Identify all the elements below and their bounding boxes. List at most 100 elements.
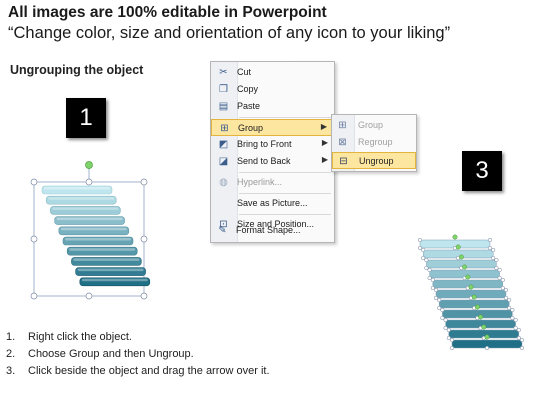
selection-handle[interactable] <box>500 285 505 291</box>
menu-item-bring-to-front[interactable]: ◩ Bring to Front ▶ <box>211 136 334 153</box>
selection-handle[interactable] <box>503 287 509 293</box>
selection-handle[interactable] <box>516 327 521 333</box>
submenu-arrow-icon: ▶ <box>321 138 328 147</box>
bring-to-front-icon: ◩ <box>218 139 229 150</box>
selection-handle[interactable] <box>500 277 505 283</box>
selection-handle[interactable] <box>424 265 429 271</box>
selection-handle[interactable] <box>430 285 435 291</box>
context-menu: ✂ Cut ❐ Copy ▤ Paste ⊞ Group ▶ ◩ Bring t… <box>210 61 335 243</box>
selection-handle[interactable] <box>433 295 439 301</box>
stair-bar-highlight <box>60 227 127 231</box>
format-shape-icon: ✎ <box>218 225 227 236</box>
menu-item-send-to-back[interactable]: ◪ Send to Back ▶ <box>211 153 334 170</box>
group-icon: ⊞ <box>220 123 229 134</box>
group-submenu: ⊞ Group ⊠ Regroup ⊟ Ungroup <box>331 114 417 172</box>
selection-handle[interactable] <box>487 245 493 251</box>
selection-handle[interactable] <box>427 267 432 273</box>
selection-handle[interactable] <box>421 247 426 253</box>
rotate-handle[interactable] <box>85 161 93 169</box>
menu-item-format-shape[interactable]: ✎ Format Shape... <box>210 222 333 239</box>
selection-handle[interactable] <box>510 307 515 313</box>
selection-handle[interactable] <box>513 317 518 323</box>
rotate-handle[interactable] <box>452 234 458 240</box>
selection-handle[interactable] <box>421 255 426 261</box>
menu-item-group[interactable]: ⊞ Group ▶ <box>211 119 334 136</box>
rotate-handle[interactable] <box>462 264 468 270</box>
menu-item-cut[interactable]: ✂ Cut <box>211 64 334 81</box>
rotate-handle[interactable] <box>468 284 474 290</box>
selection-handle[interactable] <box>440 315 445 321</box>
selection-handle[interactable] <box>430 277 435 283</box>
page-title: All images are 100% editable in Powerpoi… <box>8 4 327 21</box>
selection-handle[interactable] <box>446 335 451 341</box>
selection-handle[interactable] <box>443 325 448 331</box>
menu-item-label: Bring to Front <box>237 139 292 149</box>
selection-handle[interactable] <box>424 257 429 263</box>
scissors-icon: ✂ <box>219 67 228 78</box>
menu-item-label: Copy <box>237 84 259 94</box>
selection-handle[interactable] <box>484 345 490 351</box>
rotate-handle[interactable] <box>455 244 461 250</box>
selection-handle[interactable] <box>510 315 515 321</box>
selection-handle[interactable] <box>507 297 512 303</box>
selection-handle[interactable] <box>417 245 423 251</box>
selection-handle[interactable] <box>519 337 525 343</box>
selection-handle[interactable] <box>443 317 448 323</box>
rotate-handle[interactable] <box>474 304 480 310</box>
selection-handle[interactable] <box>449 337 455 343</box>
selection-handle[interactable] <box>427 275 432 281</box>
rotate-handle[interactable] <box>478 314 484 320</box>
rotate-handle[interactable] <box>458 254 464 260</box>
send-to-back-icon: ◪ <box>218 156 229 167</box>
submenu-arrow-icon: ▶ <box>321 155 328 164</box>
selection-handle[interactable] <box>497 267 502 273</box>
selection-handle[interactable] <box>497 275 502 281</box>
stair-bars-ungrouped <box>417 234 525 351</box>
menu-item-save-as-picture[interactable]: Save as Picture... <box>211 195 334 212</box>
stair-bar-highlight <box>73 258 140 261</box>
ungrouped-stair-object[interactable] <box>410 222 528 354</box>
menu-item-copy[interactable]: ❐ Copy <box>211 81 334 98</box>
copy-icon: ❐ <box>219 84 228 95</box>
selection-handle[interactable] <box>446 327 451 333</box>
selection-handle[interactable] <box>503 295 509 301</box>
step-number-1: 1 <box>66 98 106 138</box>
selection-handle[interactable] <box>437 297 442 303</box>
submenu-item-regroup[interactable]: ⊠ Regroup <box>332 134 416 151</box>
selection-handle[interactable] <box>417 237 423 243</box>
menu-item-paste[interactable]: ▤ Paste <box>211 98 334 115</box>
selection-handle[interactable] <box>491 255 496 261</box>
rotate-handle[interactable] <box>471 294 477 300</box>
hyperlink-icon: ◍ <box>219 177 228 188</box>
step-number-3: 3 <box>462 151 502 191</box>
selection-handle[interactable] <box>519 345 525 351</box>
selection-handle[interactable] <box>491 247 496 253</box>
submenu-arrow-icon: ▶ <box>320 122 327 131</box>
menu-item-label: Hyperlink... <box>237 177 283 187</box>
selection-handle[interactable] <box>516 335 521 341</box>
menu-item-hyperlink[interactable]: ◍ Hyperlink... <box>211 174 334 191</box>
group-icon: ⊞ <box>338 120 347 131</box>
instruction-item: 3. Click beside the object and drag the a… <box>6 365 270 377</box>
grouped-stair-object[interactable] <box>28 158 153 303</box>
rotate-handle[interactable] <box>481 324 487 330</box>
selection-handle[interactable] <box>494 257 499 263</box>
selection-handle[interactable] <box>507 305 512 311</box>
submenu-item-ungroup[interactable]: ⊟ Ungroup <box>332 152 416 169</box>
menu-item-label: Paste <box>237 101 261 111</box>
stair-bar-highlight <box>81 278 148 282</box>
rotate-handle[interactable] <box>484 334 490 340</box>
submenu-item-label: Regroup <box>358 137 393 147</box>
selection-handle[interactable] <box>433 287 439 293</box>
stair-bar-highlight <box>52 207 119 210</box>
paste-icon: ▤ <box>218 101 229 112</box>
selection-handle[interactable] <box>437 305 442 311</box>
ungroup-icon: ⊟ <box>339 156 348 167</box>
rotate-handle[interactable] <box>465 274 471 280</box>
selection-handle[interactable] <box>440 307 445 313</box>
selection-handle[interactable] <box>513 325 518 331</box>
submenu-item-group[interactable]: ⊞ Group <box>332 117 416 134</box>
selection-handle[interactable] <box>487 237 493 243</box>
selection-handle[interactable] <box>494 265 499 271</box>
selection-handle[interactable] <box>449 345 455 351</box>
